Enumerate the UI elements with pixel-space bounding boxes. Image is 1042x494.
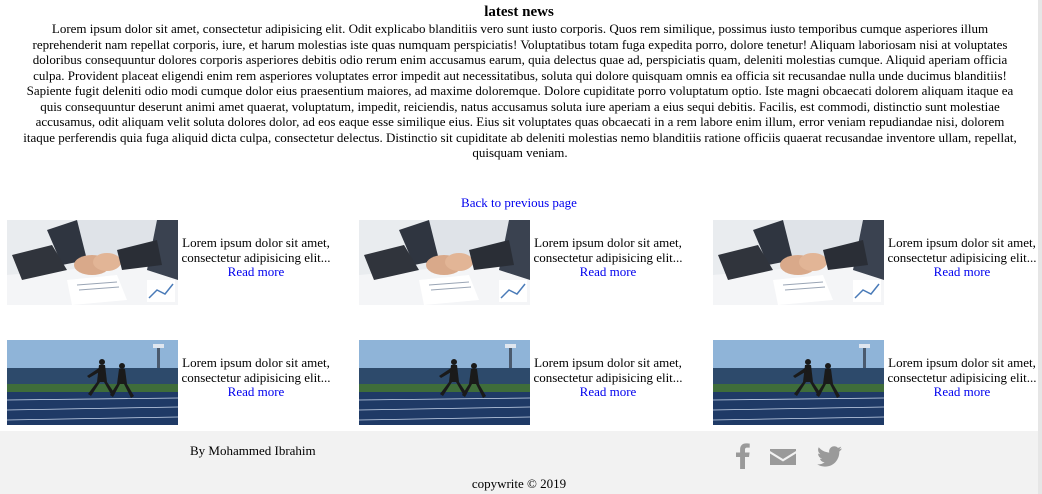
runners-track-image[interactable] [7, 340, 178, 425]
read-more-link[interactable]: Read more [533, 264, 683, 280]
mail-icon[interactable] [768, 441, 798, 471]
facebook-icon[interactable] [728, 441, 758, 471]
business-handshake-image[interactable] [713, 220, 884, 305]
card-excerpt: Lorem ipsum dolor sit amet, consectetur … [181, 355, 331, 385]
card-excerpt: Lorem ipsum dolor sit amet, consectetur … [887, 355, 1037, 385]
read-more-link[interactable]: Read more [181, 384, 331, 400]
card-text: Lorem ipsum dolor sit amet, consectetur … [887, 235, 1037, 280]
read-more-link[interactable]: Read more [887, 264, 1037, 280]
card-text: Lorem ipsum dolor sit amet, consectetur … [533, 355, 683, 400]
footer-author: By Mohammed Ibrahim [190, 443, 316, 458]
page: latest news Lorem ipsum dolor sit amet, … [0, 0, 1042, 494]
read-more-link[interactable]: Read more [181, 264, 331, 280]
copyright-text: copywrite © 2019 [471, 476, 567, 491]
news-card: Lorem ipsum dolor sit amet, consectetur … [7, 220, 355, 305]
news-card: Lorem ipsum dolor sit amet, consectetur … [7, 340, 355, 425]
read-more-link[interactable]: Read more [887, 384, 1037, 400]
news-card: Lorem ipsum dolor sit amet, consectetur … [713, 340, 1042, 425]
card-text: Lorem ipsum dolor sit amet, consectetur … [181, 355, 331, 400]
card-text: Lorem ipsum dolor sit amet, consectetur … [533, 235, 683, 280]
runners-track-image[interactable] [713, 340, 884, 425]
news-card: Lorem ipsum dolor sit amet, consectetur … [359, 220, 707, 305]
card-excerpt: Lorem ipsum dolor sit amet, consectetur … [181, 235, 331, 265]
card-text: Lorem ipsum dolor sit amet, consectetur … [181, 235, 331, 280]
business-handshake-image[interactable] [7, 220, 178, 305]
read-more-link[interactable]: Read more [533, 384, 683, 400]
back-to-previous-page-link[interactable]: Back to previous page [0, 195, 1038, 211]
article-title: latest news [484, 4, 554, 20]
runners-track-image[interactable] [359, 340, 530, 425]
news-card: Lorem ipsum dolor sit amet, consectetur … [713, 220, 1042, 305]
news-card: Lorem ipsum dolor sit amet, consectetur … [359, 340, 707, 425]
card-text: Lorem ipsum dolor sit amet, consectetur … [887, 355, 1037, 400]
footer: By Mohammed Ibrahim copywrite © 2019 [0, 431, 1038, 494]
card-excerpt: Lorem ipsum dolor sit amet, consectetur … [533, 355, 683, 385]
twitter-icon[interactable] [814, 441, 844, 471]
card-excerpt: Lorem ipsum dolor sit amet, consectetur … [887, 235, 1037, 265]
article-body: Lorem ipsum dolor sit amet, consectetur … [23, 21, 1017, 160]
business-handshake-image[interactable] [359, 220, 530, 305]
scrollbar[interactable] [1038, 0, 1042, 494]
card-excerpt: Lorem ipsum dolor sit amet, consectetur … [533, 235, 683, 265]
